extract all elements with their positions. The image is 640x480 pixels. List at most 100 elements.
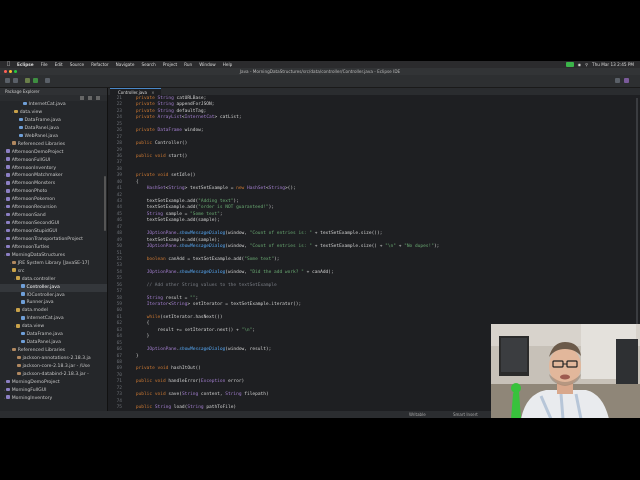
tree-item[interactable]: › data.controller (0, 276, 107, 284)
tree-item[interactable]: DataPanel.java (0, 125, 107, 133)
expand-chevron-icon[interactable]: › (4, 213, 5, 217)
tree-item[interactable]: DataFrame.java (0, 117, 107, 125)
tree-item[interactable]: › AfternoonTransportationProject (0, 236, 107, 244)
view-menu-icon[interactable] (96, 96, 100, 100)
expand-chevron-icon[interactable]: › (4, 150, 5, 154)
tree-item[interactable]: WebPanel.java (0, 133, 107, 141)
tree-item[interactable]: › AfternoonStupidGUI (0, 228, 107, 236)
debug-icon[interactable] (25, 78, 30, 83)
tree-item[interactable]: › MorningDemoProject (0, 379, 107, 387)
expand-chevron-icon[interactable]: › (14, 324, 15, 328)
menu-window[interactable]: Window (199, 61, 216, 68)
expand-chevron-icon[interactable]: › (14, 308, 15, 312)
tree-item[interactable]: › data.view (0, 323, 107, 331)
recording-indicator-icon[interactable] (565, 62, 574, 67)
search-icon[interactable]: ⚲ (585, 61, 588, 68)
expand-chevron-icon[interactable]: › (4, 181, 5, 185)
close-tab-icon[interactable]: × (151, 90, 154, 95)
expand-chevron-icon[interactable]: › (4, 253, 5, 257)
tree-item-label: AfternoonSand (11, 213, 46, 219)
tab-controller-java[interactable]: Controller.java × (110, 88, 161, 96)
expand-chevron-icon[interactable]: › (12, 110, 13, 114)
menu-edit[interactable]: Edit (55, 61, 63, 68)
menu-run[interactable]: Run (184, 61, 192, 68)
zoom-window-icon[interactable] (14, 70, 17, 73)
expand-chevron-icon[interactable]: › (10, 261, 11, 265)
tree-item[interactable]: jackson-core-2.18.3.jar - /Use (0, 363, 107, 371)
collapse-all-icon[interactable] (80, 96, 84, 100)
tree-item[interactable]: › data.model (0, 307, 107, 315)
link-editor-icon[interactable] (88, 96, 92, 100)
tree-item[interactable]: › AfternoonMatchmaker (0, 172, 107, 180)
tree-item[interactable]: jackson-databind-2.18.3.jar - (0, 371, 107, 379)
menu-search[interactable]: Search (141, 61, 155, 68)
tree-item[interactable]: › MorningDataStructures (0, 252, 107, 260)
project-icon (6, 189, 10, 193)
tree-item[interactable]: › AfternoonRecursion (0, 204, 107, 212)
package-explorer-scrollbar[interactable] (104, 176, 106, 231)
minimize-window-icon[interactable] (9, 70, 12, 73)
menubar-clock[interactable]: Thu Mar 13 2:45 PM (592, 61, 634, 68)
tree-item[interactable]: DataPanel.java (0, 339, 107, 347)
expand-chevron-icon[interactable]: › (4, 166, 5, 170)
tree-item[interactable]: › AfternoonPokemon (0, 196, 107, 204)
tree-item[interactable]: jackson-annotations-2.18.3.ja (0, 355, 107, 363)
tree-item[interactable]: InternetCat.java (0, 101, 107, 109)
expand-chevron-icon[interactable]: › (4, 197, 5, 201)
tree-item[interactable]: › Referenced Libraries (0, 347, 107, 355)
tree-item[interactable]: Runner.java (0, 299, 107, 307)
expand-chevron-icon[interactable]: › (4, 229, 5, 233)
save-icon[interactable] (13, 78, 18, 83)
package-explorer-title[interactable]: Package Explorer (5, 89, 40, 94)
tree-item[interactable]: › AfternoonSecondGUI (0, 220, 107, 228)
tree-item[interactable]: › AfternoonSand (0, 212, 107, 220)
file-icon (21, 331, 25, 336)
tree-item[interactable]: IOController.java (0, 292, 107, 300)
tree-item[interactable]: InternetCat.java (0, 315, 107, 323)
expand-chevron-icon[interactable]: › (10, 142, 11, 146)
expand-chevron-icon[interactable]: › (4, 380, 5, 384)
menu-project[interactable]: Project (163, 61, 177, 68)
tree-item[interactable]: › MorningFullGUI (0, 387, 107, 395)
menu-file[interactable]: File (41, 61, 48, 68)
expand-chevron-icon[interactable]: › (4, 396, 5, 400)
wifi-icon[interactable]: ◉ (578, 61, 582, 68)
expand-chevron-icon[interactable]: › (4, 388, 5, 392)
tree-item[interactable]: › AfternoonDemoProject (0, 149, 107, 157)
tree-item[interactable]: › AfternoonPhoto (0, 188, 107, 196)
expand-chevron-icon[interactable]: › (4, 189, 5, 193)
expand-chevron-icon[interactable]: › (4, 173, 5, 177)
expand-chevron-icon[interactable]: › (4, 237, 5, 241)
close-window-icon[interactable] (4, 70, 7, 73)
menu-refactor[interactable]: Refactor (91, 61, 109, 68)
expand-chevron-icon[interactable]: › (10, 348, 11, 352)
menu-source[interactable]: Source (70, 61, 84, 68)
expand-chevron-icon[interactable]: › (4, 205, 5, 209)
apple-icon[interactable]:  (7, 61, 10, 68)
project-icon (6, 220, 10, 225)
tree-item[interactable]: Controller.java (0, 283, 107, 292)
expand-chevron-icon[interactable]: › (4, 245, 5, 249)
menu-navigate[interactable]: Navigate (116, 61, 135, 68)
menu-app-name[interactable]: Eclipse (17, 61, 34, 68)
new-file-icon[interactable] (5, 78, 10, 83)
menu-help[interactable]: Help (223, 61, 233, 68)
expand-chevron-icon[interactable]: › (4, 221, 5, 225)
tree-item[interactable]: › src (0, 268, 107, 276)
search-toolbar-icon[interactable] (45, 78, 50, 83)
tree-item[interactable]: › AfternoonFullGUI (0, 157, 107, 165)
expand-chevron-icon[interactable]: › (14, 277, 15, 281)
tree-item[interactable]: › MorningInventory (0, 395, 107, 403)
tree-item[interactable]: › AfternoonTurtles (0, 244, 107, 252)
expand-chevron-icon[interactable]: › (4, 158, 5, 162)
tree-item[interactable]: › data.view (0, 109, 107, 117)
tree-item[interactable]: › Referenced Libraries (0, 141, 107, 149)
java-perspective-icon[interactable] (624, 78, 629, 83)
tree-item[interactable]: › JRE System Library [JavaSE-17] (0, 260, 107, 268)
open-perspective-icon[interactable] (615, 78, 620, 83)
tree-item[interactable]: › AfternoonInventory (0, 165, 107, 173)
run-icon[interactable] (33, 78, 38, 83)
tree-item[interactable]: DataFrame.java (0, 331, 107, 339)
tree-item[interactable]: › AfternoonMonsters (0, 180, 107, 188)
expand-chevron-icon[interactable]: › (10, 269, 11, 273)
